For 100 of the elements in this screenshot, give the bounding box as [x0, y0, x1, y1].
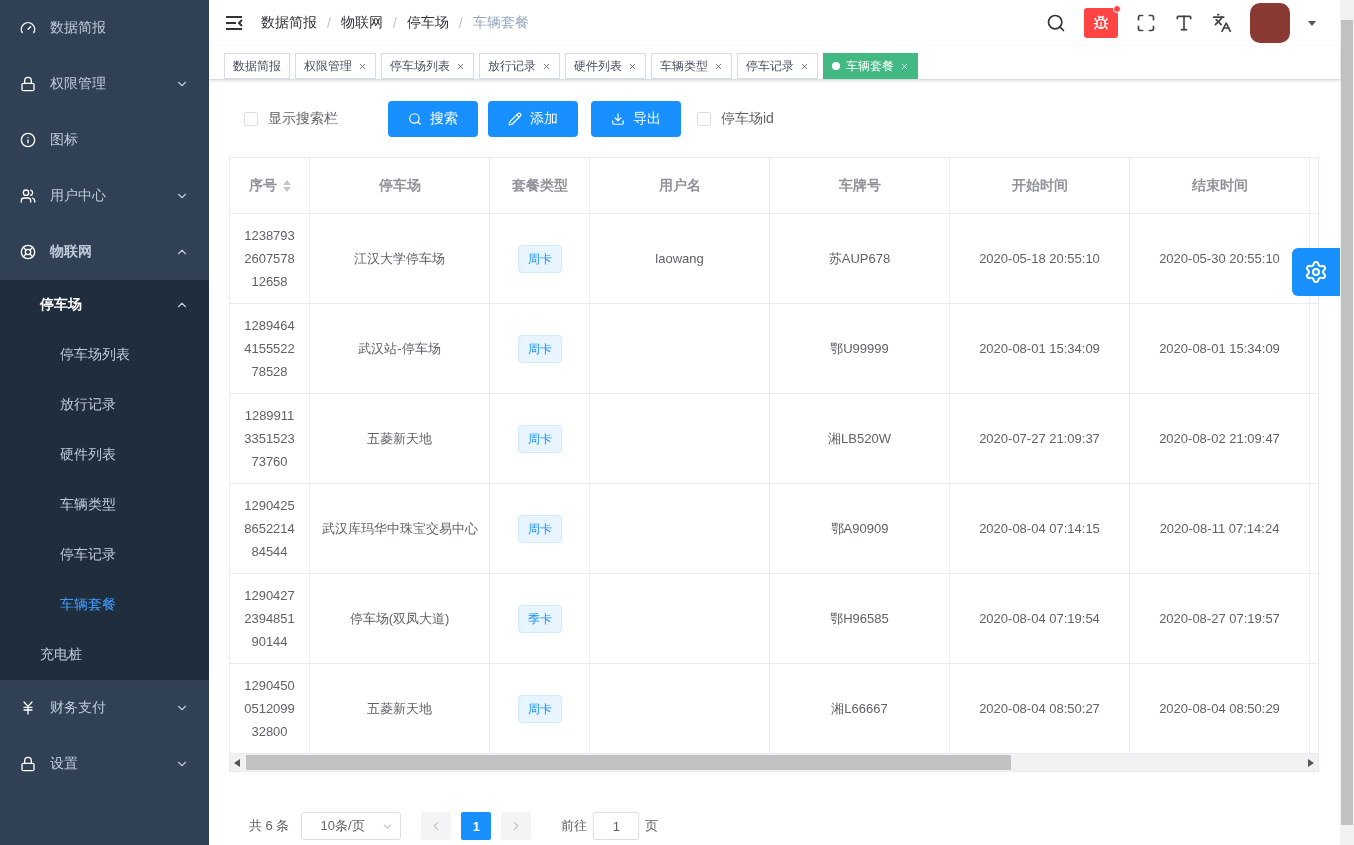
tab[interactable]: 放行记录 — [479, 53, 560, 79]
table-cell: 鄂U99999 — [770, 304, 950, 394]
table-cell: 湘LB520W — [770, 394, 950, 484]
breadcrumb-item: 车辆套餐 — [472, 14, 529, 32]
active-dot — [832, 62, 840, 70]
sidebar-item[interactable]: 停车场 — [0, 280, 209, 330]
sidebar-item[interactable]: 充电桩 — [0, 630, 209, 680]
menu-fold-icon[interactable] — [225, 16, 243, 30]
close-icon[interactable] — [358, 61, 367, 71]
caret-down-icon[interactable] — [1308, 20, 1316, 26]
sidebar-item[interactable]: 车辆套餐 — [0, 580, 209, 630]
table-cell: 1238793260757812658 — [230, 214, 310, 304]
total-count: 共 6 条 — [249, 817, 290, 835]
scroll-left-icon[interactable] — [234, 758, 240, 767]
bug-icon — [1093, 15, 1109, 31]
sidebar-item[interactable]: 停车场列表 — [0, 330, 209, 380]
bug-button[interactable] — [1084, 8, 1118, 38]
table-cell: 1289464415552278528 — [230, 304, 310, 394]
table-cell: 五菱新天地 — [310, 394, 490, 484]
goto-suffix: 页 — [645, 817, 659, 835]
close-icon[interactable] — [542, 61, 551, 71]
scroll-right-icon[interactable] — [1308, 758, 1314, 767]
page-scrollbar[interactable] — [1340, 0, 1354, 845]
text-size-icon[interactable] — [1174, 13, 1194, 33]
table-cell: 2020-08-27 07:19:57 — [1130, 574, 1310, 664]
table-cell: 鄂H96585 — [770, 574, 950, 664]
table-cell: 2020-08-01 15:34:09 — [1130, 304, 1310, 394]
package-tag: 周卡 — [517, 244, 562, 273]
gauge-icon — [20, 20, 36, 36]
package-tag: 周卡 — [517, 334, 562, 363]
close-icon[interactable] — [800, 61, 809, 71]
package-tag: 季卡 — [517, 604, 562, 633]
settings-button[interactable] — [1292, 248, 1340, 296]
fullscreen-icon[interactable] — [1136, 13, 1156, 33]
avatar[interactable] — [1250, 3, 1290, 43]
translate-icon[interactable] — [1212, 13, 1232, 33]
close-icon[interactable] — [628, 61, 637, 71]
pencil-icon — [508, 112, 522, 126]
table-cell: 苏AUP678 — [770, 214, 950, 304]
tab[interactable]: 停车记录 — [737, 53, 818, 79]
breadcrumb-separator: / — [327, 15, 331, 31]
breadcrumb-item[interactable]: 物联网 — [340, 14, 383, 32]
table-cell: 1290427239485190144 — [230, 574, 310, 664]
breadcrumb-item[interactable]: 数据简报 — [261, 14, 317, 32]
column-header: 套餐类型 — [490, 158, 590, 214]
table-cell: 武汉库玛华中珠宝交易中心 — [310, 484, 490, 574]
horizontal-scrollbar[interactable] — [230, 754, 1318, 771]
search-icon — [408, 112, 422, 126]
table-cell: 2020-08-04 07:14:15 — [950, 484, 1130, 574]
sidebar-item[interactable]: 放行记录 — [0, 380, 209, 430]
tab[interactable]: 车辆类型 — [651, 53, 732, 79]
column-header: 开始时间 — [950, 158, 1130, 214]
table-cell: 停车场(双凤大道) — [310, 574, 490, 664]
checkbox[interactable] — [244, 112, 258, 126]
table-cell: 2020-08-11 07:14:24 — [1130, 484, 1310, 574]
column-header: 用户名 — [590, 158, 770, 214]
gear-icon — [1304, 260, 1328, 284]
tab[interactable]: 权限管理 — [295, 53, 376, 79]
column-header: 结束时间 — [1130, 158, 1310, 214]
close-icon[interactable] — [456, 61, 465, 71]
tab[interactable]: 硬件列表 — [565, 53, 646, 79]
table-cell: 2020-05-18 20:55:10 — [950, 214, 1130, 304]
table-cell: 2020-08-01 15:34:09 — [950, 304, 1130, 394]
table-cell: 江汉大学停车场 — [310, 214, 490, 304]
checkbox[interactable] — [697, 112, 711, 126]
tab[interactable]: 数据简报 — [224, 53, 290, 79]
breadcrumb-item[interactable]: 停车场 — [406, 14, 449, 32]
page-input[interactable]: 1 — [593, 812, 640, 840]
table-cell: 武汉站-停车场 — [310, 304, 490, 394]
package-tag: 周卡 — [517, 514, 562, 543]
table-cell: 1290425865221484544 — [230, 484, 310, 574]
download-icon — [611, 112, 625, 126]
goto-label: 前往 — [561, 817, 588, 835]
sidebar-item[interactable]: 车辆类型 — [0, 480, 209, 530]
tab[interactable]: 停车场列表 — [381, 53, 474, 79]
table-cell: 1289911335152373760 — [230, 394, 310, 484]
breadcrumb-separator: / — [458, 15, 463, 31]
table-cell: laowang — [590, 214, 770, 304]
column-header: 车牌号 — [770, 158, 950, 214]
package-tag: 周卡 — [517, 694, 562, 723]
table-cell: 2020-08-04 07:19:54 — [950, 574, 1130, 664]
sidebar-item[interactable]: 硬件列表 — [0, 430, 209, 480]
close-icon[interactable] — [714, 61, 723, 71]
lock-icon — [20, 756, 36, 772]
users-icon — [20, 188, 36, 204]
lock-icon — [20, 76, 36, 92]
table-cell: 鄂A90909 — [770, 484, 950, 574]
lifebuoy-icon — [20, 244, 36, 260]
checkbox-label: 显示搜索栏 — [268, 110, 338, 128]
sidebar-item[interactable]: 停车记录 — [0, 530, 209, 580]
table-cell: 2020-07-27 21:09:37 — [950, 394, 1130, 484]
package-tag: 周卡 — [517, 424, 562, 453]
page-size-select[interactable]: 10条/页 — [301, 812, 402, 840]
search-icon[interactable] — [1046, 13, 1066, 33]
table-cell: 2020-08-02 21:09:47 — [1130, 394, 1310, 484]
breadcrumb-separator: / — [392, 15, 397, 31]
yen-icon — [20, 700, 36, 716]
info-icon — [20, 132, 36, 148]
column-header: 停车场 — [310, 158, 490, 214]
checkbox-label: 停车场id — [721, 110, 774, 128]
